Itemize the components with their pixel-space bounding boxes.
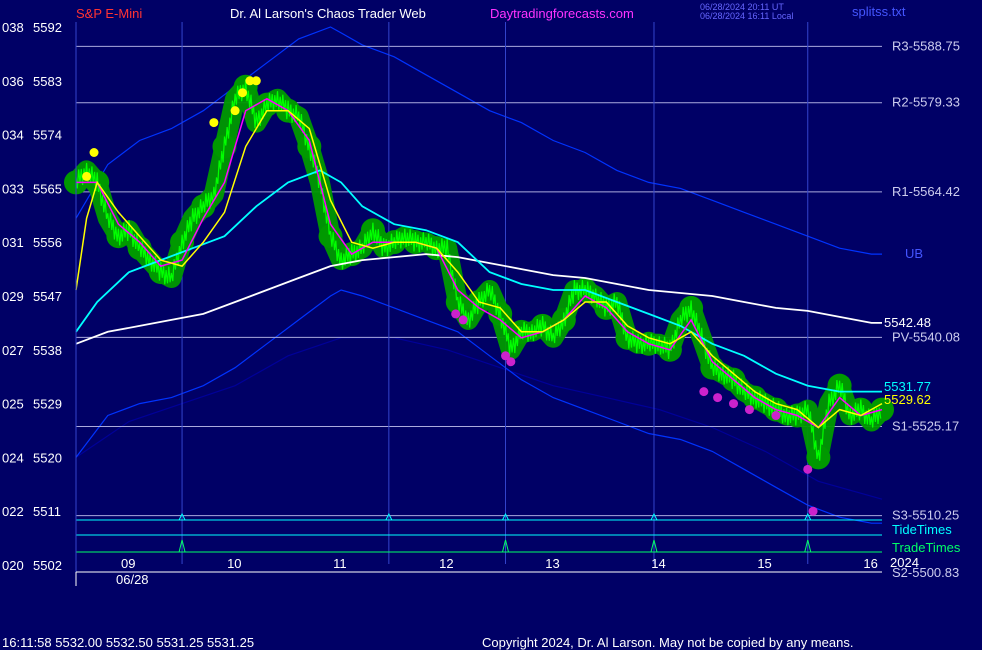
x-tick-label: 14 [651,556,665,571]
level-label: R3-5588.75 [892,38,960,53]
level-label: R1-5564.42 [892,184,960,199]
y-tick-left: 038 [2,20,24,35]
y-tick-price: 5583 [33,74,62,89]
symbol-title: S&P E-Mini [76,6,142,21]
ub-label: UB [905,246,923,261]
x-tick-label: 10 [227,556,241,571]
y-tick-left: 029 [2,289,24,304]
labels-layer: R3-5588.75 R2-5579.33 R1-5564.42 PV-5540.08… [884,38,961,580]
times-layer [76,512,882,553]
marker-magenta [729,399,739,409]
y-tick-left: 024 [2,450,24,465]
y-tick-left: 020 [2,558,24,573]
marker-yellow [251,76,261,86]
level-label: S3-5510.25 [892,508,959,523]
x-tick-label: 11 [333,556,347,571]
y-tick-left: 036 [2,74,24,89]
copyright: Copyright 2024, Dr. Al Larson. May not b… [482,635,853,650]
y-tick-price: 5574 [33,128,62,143]
y-tick-price: 5511 [33,504,61,519]
marker-magenta [451,309,461,319]
y-tick-price: 5529 [33,397,62,412]
series-line-mid [75,109,883,429]
y-tick-left: 025 [2,397,24,412]
year-label: 2024 [890,555,919,570]
marker-magenta [771,411,781,421]
x-tick-label: 13 [545,556,559,571]
bands-layer [75,26,883,524]
marker-magenta [458,315,468,325]
date-label: 06/28 [116,572,149,587]
x-tick-label: 12 [439,556,453,571]
end-value-label: 5529.62 [884,392,931,407]
y-tick-left: 031 [2,235,24,250]
y-tick-price: 5547 [33,289,62,304]
y-tick-price: 5556 [33,235,62,250]
end-value-label: 5542.48 [884,315,931,330]
marker-yellow [230,106,240,116]
chart-canvas: 020 5502 022 5511 024 5520 025 5529 027 5538 029 55… [2,2,961,650]
marker-magenta [808,506,818,516]
y-tick-left: 027 [2,343,24,358]
quote-line: 16:11:58 5532.00 5532.50 5531.25 5531.25 [2,635,254,650]
marker-magenta [506,357,516,367]
levels-layer [76,45,882,517]
timestamp-local: 06/28/2024 16:11 Local [700,11,793,21]
file-name: splitss.txt [852,4,906,19]
y-tick-price: 5565 [33,181,62,196]
series-line-dark-band [75,337,883,500]
marker-yellow [82,171,92,181]
marker-yellow [238,88,248,98]
marker-yellow [209,118,219,128]
y-tick-left: 034 [2,128,24,143]
level-label: PV-5540.08 [892,329,960,344]
tide-times-label: TideTimes [892,522,952,537]
y-tick-price: 5502 [33,558,62,573]
y-tick-left: 033 [2,181,24,196]
author-title: Dr. Al Larson's Chaos Trader Web [230,6,426,21]
marker-magenta [699,387,709,397]
x-tick-label: 15 [757,556,771,571]
y-tick-left: 022 [2,504,24,519]
marker-magenta [744,405,754,415]
y-tick-price: 5538 [33,343,62,358]
site-link[interactable]: Daytradingforecasts.com [490,6,634,21]
series-layer [75,79,883,461]
level-label: S1-5525.17 [892,418,959,433]
y-tick-price: 5592 [33,20,62,35]
trade-times-label: TradeTimes [892,540,961,555]
marker-yellow [89,148,99,157]
marker-magenta [713,393,723,403]
x-tick-label: 09 [121,556,135,571]
marker-magenta [803,464,813,474]
x-tick-label: 16 [863,556,877,571]
level-label: R2-5579.33 [892,95,960,110]
y-tick-price: 5520 [33,450,62,465]
